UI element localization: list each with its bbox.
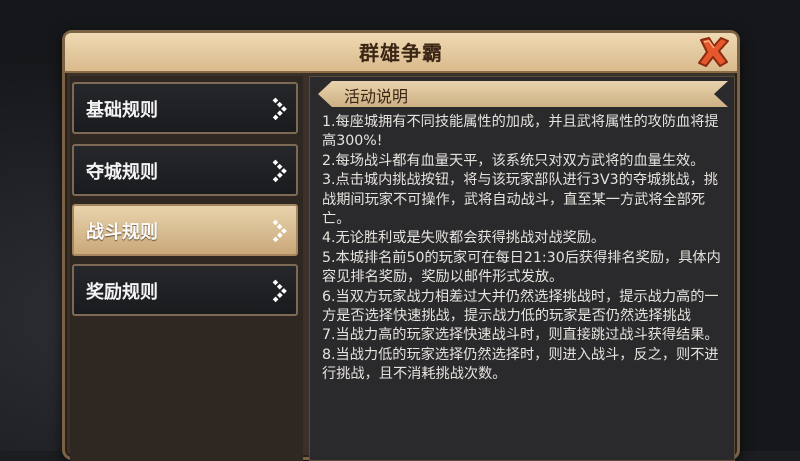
rule-item: 5.本城排名前50的玩家可在每日21:30后获得排名奖励，具体内容见排名奖励，奖…: [322, 249, 721, 286]
rule-item: 6.当双方玩家战力相差过大并仍然选择挑战时，提示战力高的一方是否选择快速挑战，提…: [322, 288, 719, 325]
rule-item: 2.每场战斗都有血量天平，该系统只对双方武将的血量生效。: [322, 152, 705, 169]
chevron-right-icon: [272, 219, 287, 243]
close-x-icon: [698, 37, 729, 67]
chevron-right-icon: [272, 159, 287, 183]
menu-item-capture-rules[interactable]: 夺城规则: [72, 144, 298, 196]
close-button[interactable]: [695, 35, 731, 69]
rules-content-panel[interactable]: 活动说明 1.每座城拥有不同技能属性的加成，并且武将属性的攻防血将提高300%!…: [309, 76, 735, 461]
rule-item: 8.当战力低的玩家选择仍然选择时，则进入战斗，反之，则不进行挑战，且不消耗挑战次…: [322, 346, 719, 383]
section-header: 活动说明: [318, 81, 728, 107]
rule-item: 3.点击城内挑战按钮，将与该玩家部队进行3V3的夺城挑战，挑战期间玩家不可操作，…: [322, 172, 718, 228]
rule-item: 1.每座城拥有不同技能属性的加成，并且武将属性的攻防血将提高300%!: [322, 114, 719, 150]
dialog-title: 群雄争霸: [359, 41, 443, 65]
rules-menu: 基础规则 夺城规则 战斗规则 奖励规则: [70, 76, 303, 461]
menu-item-label: 奖励规则: [86, 282, 158, 303]
menu-item-reward-rules[interactable]: 奖励规则: [72, 264, 298, 316]
chevron-right-icon: [272, 279, 287, 303]
menu-item-label: 夺城规则: [86, 162, 158, 183]
chevron-right-icon: [272, 97, 287, 121]
menu-item-label: 战斗规则: [86, 222, 158, 243]
rules-text: 1.每座城拥有不同技能属性的加成，并且武将属性的攻防血将提高300%! 2.每场…: [322, 113, 722, 385]
rules-dialog: 群雄争霸 基础规则 夺城规则 战斗规则 奖励规则 活动说明 1.每座城拥有不同技…: [62, 30, 740, 461]
rule-item: 7.当战力高的玩家选择快速战斗时，则直接跳过战斗获得结果。: [322, 327, 719, 344]
dialog-title-bar: 群雄争霸: [65, 33, 737, 73]
section-title: 活动说明: [344, 87, 409, 106]
rule-item: 4.无论胜利或是失败都会获得挑战对战奖励。: [322, 230, 606, 247]
menu-item-battle-rules[interactable]: 战斗规则: [72, 204, 298, 256]
menu-item-label: 基础规则: [86, 100, 158, 121]
menu-item-basic-rules[interactable]: 基础规则: [72, 82, 298, 134]
